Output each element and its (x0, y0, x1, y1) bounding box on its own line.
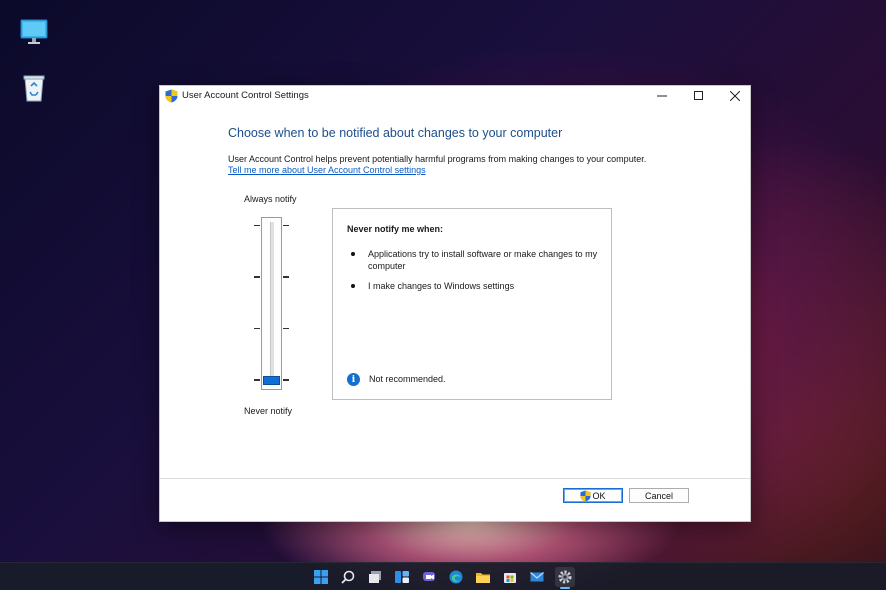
uac-shield-icon (165, 89, 178, 103)
bullet-icon (351, 284, 355, 288)
minimize-button[interactable] (644, 86, 680, 106)
close-icon (730, 91, 740, 101)
search-icon[interactable] (338, 567, 358, 587)
slider-tick (254, 276, 260, 278)
cancel-button-label: Cancel (644, 490, 673, 501)
slider-top-label: Always notify (244, 194, 297, 204)
info-icon: i (347, 373, 360, 386)
windows-start-icon[interactable] (311, 567, 331, 587)
slider-track[interactable] (261, 217, 282, 390)
level-description-panel: Never notify me when: Applications try t… (332, 208, 612, 400)
active-app-indicator (560, 587, 570, 589)
folder-icon (476, 573, 490, 583)
slider-groove (270, 222, 274, 382)
recommendation-note: Not recommended. (369, 374, 446, 384)
learn-more-link[interactable]: Tell me more about User Account Control … (228, 165, 426, 175)
maximize-icon (694, 91, 703, 100)
microsoft-store-icon[interactable] (500, 567, 520, 587)
bullet-list: Applications try to install software or … (347, 248, 602, 300)
slider-tick (254, 328, 260, 329)
page-heading: Choose when to be notified about changes… (228, 126, 563, 140)
windows-logo-icon (314, 570, 328, 584)
list-item-text: I make changes to Windows settings (368, 281, 515, 291)
slider-tick (283, 276, 289, 278)
taskbar (0, 562, 886, 590)
slider-thumb[interactable] (263, 376, 280, 385)
gear-icon (558, 570, 572, 584)
store-bag-icon (504, 573, 516, 583)
cancel-button[interactable]: Cancel (629, 488, 689, 503)
recycle-bin-desktop-icon[interactable] (18, 72, 50, 104)
teams-chat-icon[interactable] (419, 567, 439, 587)
list-item: I make changes to Windows settings (347, 280, 602, 292)
task-view-glyph-icon (369, 571, 381, 583)
notification-level-slider[interactable] (254, 215, 290, 392)
slider-tick (254, 379, 260, 381)
recycle-bin-icon (23, 75, 45, 102)
close-button[interactable] (717, 86, 753, 106)
widgets-icon[interactable] (392, 567, 412, 587)
footer-divider (160, 478, 750, 479)
file-explorer-icon[interactable] (473, 567, 493, 587)
slider-tick (254, 225, 260, 226)
ok-button[interactable]: OK (563, 488, 623, 503)
maximize-button[interactable] (681, 86, 717, 106)
description-text: User Account Control helps prevent poten… (228, 154, 647, 164)
uac-shield-icon (580, 490, 592, 501)
monitor-icon (20, 19, 48, 44)
ok-button-label: OK (592, 490, 606, 501)
slider-tick (283, 379, 289, 381)
envelope-icon (530, 572, 544, 582)
settings-icon[interactable] (555, 567, 575, 587)
panel-title: Never notify me when: (347, 224, 444, 234)
chat-bubble-icon (423, 572, 435, 581)
mail-icon[interactable] (527, 567, 547, 587)
list-item-text: Applications try to install software or … (368, 249, 598, 271)
slider-tick (283, 328, 289, 329)
magnifier-icon (341, 570, 355, 584)
bullet-icon (351, 252, 355, 256)
widgets-glyph-icon (395, 571, 409, 583)
list-item: Applications try to install software or … (347, 248, 602, 272)
uac-settings-window: User Account Control Settings Choose whe… (159, 85, 751, 522)
task-view-icon[interactable] (365, 567, 385, 587)
edge-browser-icon[interactable] (446, 567, 466, 587)
edge-logo-icon (449, 570, 463, 584)
minimize-icon (657, 95, 667, 97)
slider-tick (283, 225, 289, 226)
this-pc-desktop-icon[interactable] (18, 16, 50, 48)
title-bar[interactable]: User Account Control Settings (160, 86, 750, 106)
window-title: User Account Control Settings (182, 90, 309, 101)
slider-bottom-label: Never notify (244, 406, 293, 416)
